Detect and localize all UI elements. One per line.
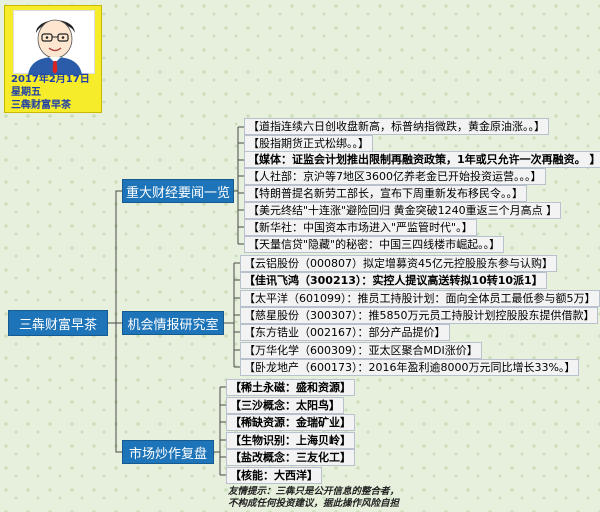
- research-item: 【卧龙地产（600173）：2016年盈利逾8000万元同比增长33%。】: [240, 359, 580, 376]
- root-node: 三犇财富早茶: [8, 310, 108, 336]
- market-item: 【核能：大西洋】: [226, 467, 322, 484]
- card-date: 2017年2月17日: [11, 74, 90, 85]
- cartoon-face-icon: [28, 19, 82, 75]
- news-item: 【媒体：证监会计划推出限制再融资政策，1年或只允许一次再融资。 】: [244, 151, 600, 168]
- research-item: 【东方锆业（002167）：部分产品提价】: [240, 324, 450, 341]
- market-item: 【稀缺资源：金瑞矿业】: [226, 414, 355, 431]
- research-item: 【云铝股份（000807）拟定增募资45亿元控股股东参与认购】: [240, 255, 557, 272]
- research-item: 【佳讯飞鸿（300213）：实控人提议高送转拟10转10派1】: [240, 272, 547, 289]
- news-item: 【股指期货正式松绑。。】: [244, 135, 373, 152]
- card-weekday: 星期五: [11, 87, 41, 98]
- market-item: 【稀土永磁：盛和资源】: [226, 379, 355, 396]
- news-item: 【天量信贷"隐藏"的秘密：中国三四线楼市崛起。。】: [244, 236, 505, 253]
- news-item: 【道指连续六日创收盘新高，标普纳指微跌，黄金原油涨。。】: [244, 118, 549, 135]
- branch-research: 机会情报研究室: [122, 311, 224, 335]
- research-item: 【太平洋（601099）：推员工持股计划：面向全体员工最低参与额5万】: [240, 290, 600, 307]
- news-item: 【人社部：京沪等7地区3600亿养老金已开始投资运营。。。】: [244, 168, 546, 185]
- market-item: 【盐改概念：三友化工】: [226, 449, 355, 466]
- research-item: 【慈星股份（300307）：推5850万元员工持股计划控股股东提供借款】: [240, 307, 599, 324]
- branch-market: 市场炒作复盘: [122, 440, 214, 464]
- avatar-card: 2017年2月17日 星期五 三犇财富早茶: [4, 5, 102, 113]
- market-item: 【三沙概念：太阳鸟】: [226, 397, 344, 414]
- disclaimer-line1: 友情提示：三犇只是公开信息的整合者，: [228, 486, 400, 497]
- news-item: 【美元终结"十连涨"避险回归 黄金突破1240重返三个月高点 】: [244, 202, 562, 219]
- avatar: [13, 10, 95, 75]
- news-item: 【新华社：中国资本市场进入"严监管时代"。】: [244, 219, 477, 236]
- branch-news: 重大财经要闻一览: [122, 179, 234, 203]
- market-item: 【生物识别：上海贝岭】: [226, 432, 355, 449]
- news-item: 【特朗普提名新劳工部长，宣布下周重新发布移民令。。】: [244, 185, 527, 202]
- research-item: 【万华化学（600309）：亚太区聚合MDI涨价】: [240, 342, 482, 359]
- card-name: 三犇财富早茶: [11, 100, 71, 111]
- disclaimer-line2: 不构成任何投资建议，据此操作风险自担: [228, 498, 400, 509]
